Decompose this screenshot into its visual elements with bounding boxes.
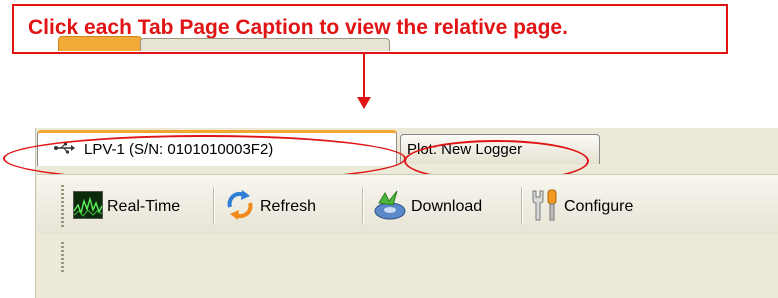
toolbar-grip[interactable] [61, 185, 64, 227]
waveform-monitor-icon [73, 190, 103, 224]
toolbar-separator [213, 187, 214, 225]
tools-icon [530, 188, 560, 227]
lower-panel [37, 234, 778, 279]
callout-arrow-head [357, 97, 371, 109]
download-disk-icon [373, 189, 407, 226]
refresh-arrows-icon [224, 189, 256, 226]
realtime-button[interactable]: Real-Time [73, 189, 180, 225]
subtab-inactive[interactable] [140, 38, 390, 51]
refresh-label: Refresh [260, 198, 317, 215]
download-button[interactable]: Download [373, 189, 482, 225]
toolbar-separator [521, 187, 522, 225]
refresh-button[interactable]: Refresh [224, 189, 316, 225]
realtime-label: Real-Time [107, 198, 181, 215]
callout-arrow-line [363, 54, 365, 99]
configure-button[interactable]: Configure [530, 189, 633, 225]
toolbar: Real-Time Refresh Download Configure [37, 174, 778, 236]
lower-grip [61, 242, 64, 272]
subtab-active[interactable] [58, 36, 142, 51]
toolbar-separator [362, 187, 363, 225]
download-label: Download [411, 198, 483, 215]
configure-label: Configure [564, 198, 634, 215]
